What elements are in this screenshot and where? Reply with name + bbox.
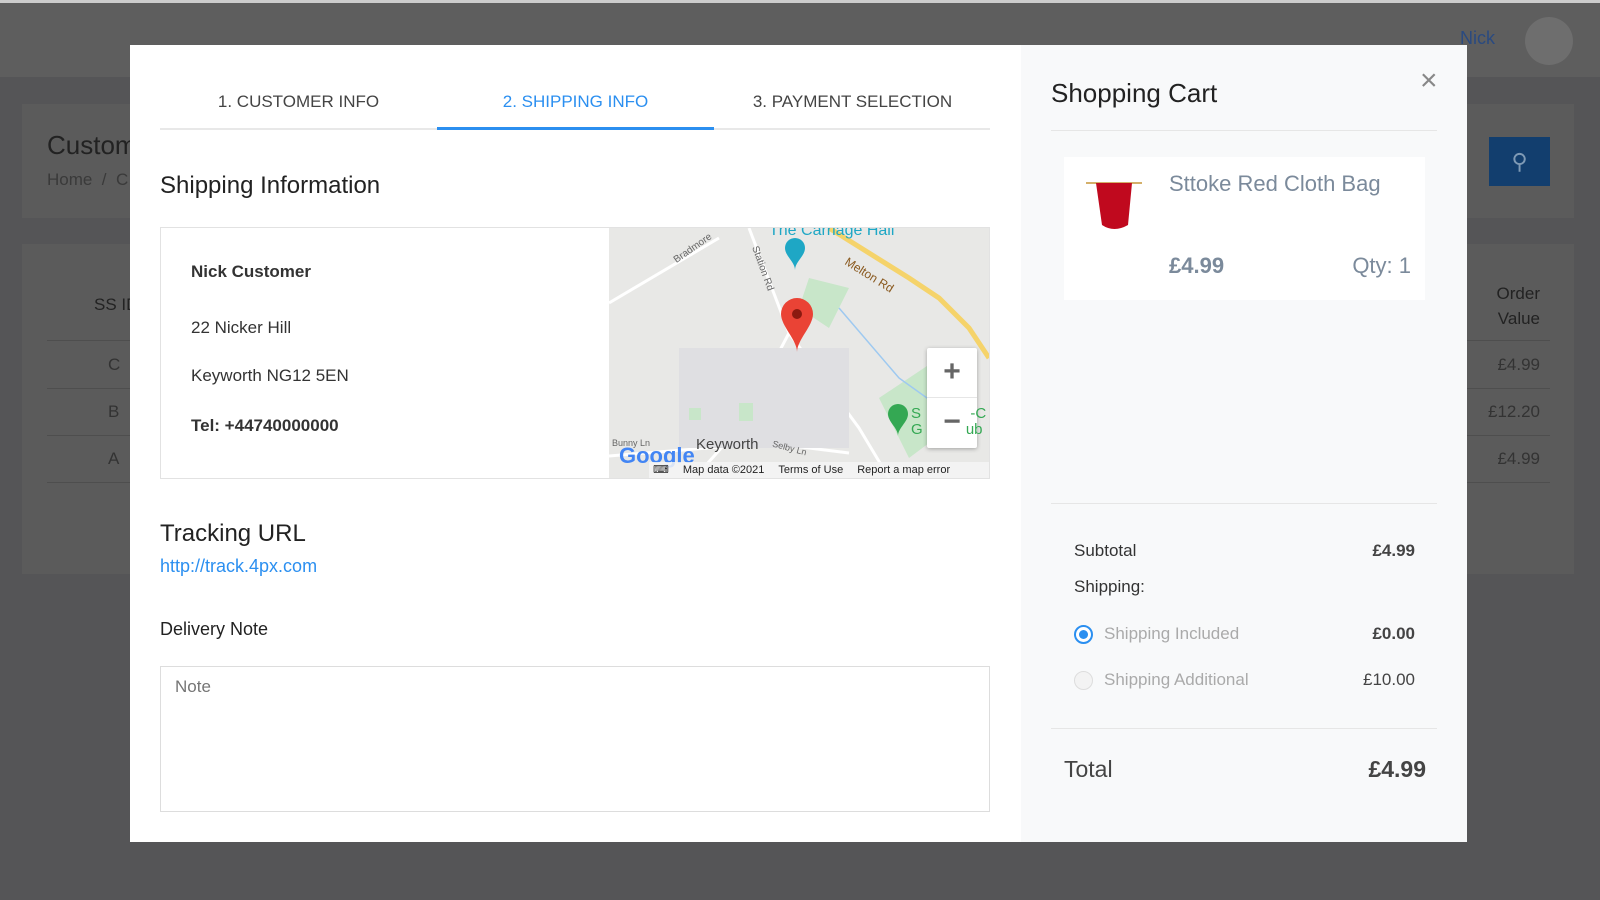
search-icon: ⚲ — [1511, 149, 1528, 174]
map-label: Keyworth — [696, 436, 759, 453]
option-label: Shipping Additional — [1104, 670, 1249, 689]
map-label: The Carriage Hall — [769, 228, 895, 239]
item-price: £4.99 — [1169, 253, 1225, 278]
tracking-heading: Tracking URL — [160, 520, 306, 547]
telephone: Tel: +44740000000 — [191, 416, 339, 435]
delivery-note-input[interactable] — [160, 666, 990, 812]
option-label: Shipping Included — [1104, 624, 1240, 643]
subtotal-value: £4.99 — [1372, 541, 1415, 560]
table-header-order-value: Order Value — [1496, 284, 1540, 328]
total-value: £4.99 — [1368, 756, 1426, 782]
shipping-option-additional[interactable]: Shipping Additional £10.00 — [1074, 670, 1415, 694]
radio-unselected[interactable] — [1074, 671, 1093, 690]
map-data: Map data ©2021 — [682, 464, 765, 476]
table-cell-id: A — [108, 449, 120, 468]
search-button[interactable]: ⚲ — [1489, 137, 1550, 186]
total-label: Total — [1064, 756, 1113, 782]
zoom-in-button[interactable]: + — [927, 348, 977, 398]
cart-item: Sttoke Red Cloth Bag £4.99 Qty: 1 — [1064, 157, 1425, 300]
terms-link[interactable]: Terms of Use — [778, 462, 843, 478]
keyboard-icon[interactable]: ⌨ — [653, 462, 669, 478]
tracking-link[interactable]: http://track.4px.com — [160, 556, 317, 577]
option-price: £10.00 — [1363, 670, 1415, 689]
tab-shipping-info[interactable]: 2. SHIPPING INFO — [437, 92, 714, 112]
table-cell-value: £4.99 — [1497, 355, 1540, 374]
product-image — [1086, 182, 1142, 229]
address-line-1: 22 Nicker Hill — [191, 318, 292, 337]
page-title: Custom — [47, 130, 137, 160]
shipping-label: Shipping: — [1074, 577, 1145, 596]
active-tab-indicator — [437, 127, 714, 130]
avatar[interactable] — [1525, 17, 1573, 65]
tab-payment-selection[interactable]: 3. PAYMENT SELECTION — [714, 92, 991, 112]
table-cell-id: B — [108, 402, 120, 421]
table-cell-value: £4.99 — [1497, 449, 1540, 468]
customer-name: Nick Customer — [191, 262, 311, 281]
subtotal-label: Subtotal — [1074, 541, 1137, 560]
breadcrumb[interactable]: Home / C — [47, 170, 128, 190]
table-cell-id: C — [108, 355, 121, 374]
cart-title: Shopping Cart — [1051, 78, 1218, 108]
close-button[interactable]: × — [1420, 64, 1438, 98]
option-price: £0.00 — [1372, 624, 1415, 643]
table-cell-value: £12.20 — [1488, 402, 1540, 421]
address-line-2: Keyworth NG12 5EN — [191, 366, 349, 385]
item-name: Sttoke Red Cloth Bag — [1169, 171, 1381, 196]
report-error-link[interactable]: Report a map error — [857, 462, 950, 478]
item-qty: Qty: 1 — [1352, 253, 1411, 278]
shipping-info-heading: Shipping Information — [160, 172, 381, 199]
delivery-note-label: Delivery Note — [160, 619, 269, 639]
map-label: S -C G ub — [911, 405, 987, 438]
radio-selected[interactable] — [1074, 625, 1093, 644]
shipping-option-included[interactable]: Shipping Included £0.00 — [1074, 624, 1415, 648]
tab-customer-info[interactable]: 1. CUSTOMER INFO — [160, 92, 437, 112]
map-attribution: ⌨ Map data ©2021 Terms of Use Report a m… — [649, 462, 989, 478]
map[interactable]: The Carriage Hall Melton Rd Station Rd B… — [609, 228, 989, 478]
